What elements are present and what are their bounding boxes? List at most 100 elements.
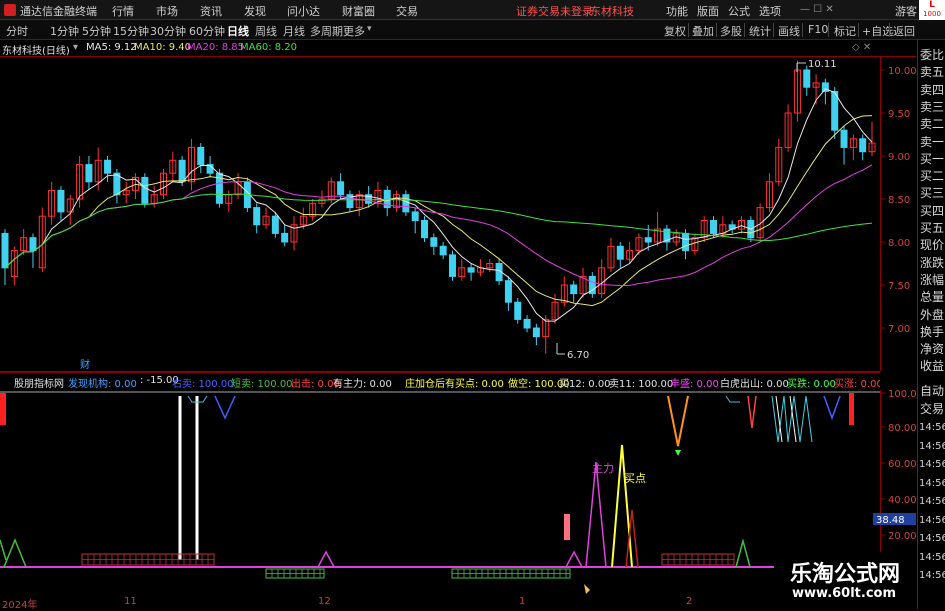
indicator-item: 买涨: 0.00	[834, 379, 880, 390]
login-notice[interactable]: 证券交易未登录	[516, 3, 593, 19]
pane-controls[interactable]: ◇ ✕	[852, 42, 871, 53]
candle-body	[430, 237, 438, 247]
candle	[663, 224, 671, 251]
menu-hangqing[interactable]: 行情	[112, 3, 134, 19]
period-60min[interactable]: 60分钟	[189, 23, 225, 39]
period-monthly[interactable]: 月线	[283, 23, 305, 39]
window-controls[interactable]: — ☐ ✕	[800, 4, 834, 15]
candle-body	[467, 267, 475, 273]
menu-zixun[interactable]: 资讯	[200, 3, 222, 19]
price-tick: 8.50	[888, 195, 910, 206]
quote-field: 委比	[920, 48, 945, 62]
candle	[411, 207, 419, 234]
period-more[interactable]: 更多	[343, 23, 365, 39]
indicator-tick: 100.0	[888, 390, 916, 400]
quote-field: 收益	[920, 359, 945, 374]
quote-field: 卖二	[920, 117, 945, 132]
btn-fanhui[interactable]: 返回	[893, 23, 915, 39]
candle	[616, 242, 624, 268]
guest-label[interactable]: 游客	[895, 3, 917, 19]
cursor-icon	[584, 584, 590, 594]
candle	[132, 173, 140, 199]
period-1min[interactable]: 1分钟	[50, 23, 79, 39]
candle	[281, 224, 289, 247]
btn-f10[interactable]: F10	[808, 23, 828, 36]
candle-body	[616, 245, 624, 260]
menu-gongshi[interactable]: 公式	[728, 3, 750, 19]
period-5min[interactable]: 5分钟	[82, 23, 111, 39]
candle	[159, 168, 167, 199]
candle-body	[532, 327, 540, 338]
btn-biaoji[interactable]: 标记	[834, 23, 856, 39]
ma-lines-group	[4, 88, 873, 322]
indicator-name[interactable]: 股朋指标网	[14, 375, 64, 390]
candle	[849, 134, 857, 161]
candle	[579, 267, 587, 298]
period-fenshi[interactable]: 分时	[6, 23, 28, 39]
btn-diejia[interactable]: 叠加	[692, 23, 714, 39]
candle	[448, 250, 456, 281]
low-label: 6.70	[567, 350, 589, 361]
menu-gongneng[interactable]: 功能	[666, 3, 688, 19]
menu-wenxiaoda[interactable]: 问小达	[287, 3, 320, 19]
candle-body	[337, 181, 345, 196]
price-tick: 7.00	[888, 324, 910, 335]
candle-body	[57, 189, 65, 213]
quote-field: 买三	[920, 186, 945, 201]
candle	[402, 190, 410, 217]
menu-faxian[interactable]: 发现	[244, 3, 266, 19]
trade-time: 14:56	[919, 514, 945, 526]
orange-v	[667, 395, 689, 447]
cyan-vs	[771, 395, 813, 443]
candle-body	[803, 69, 811, 88]
price-tick: 8.00	[888, 238, 910, 249]
chevron-down-icon[interactable]: ▾	[367, 24, 372, 34]
watermark-url: www.60lt.com	[792, 586, 897, 601]
time-label-1: 1	[519, 596, 526, 607]
cyan-shape	[725, 395, 740, 403]
legend-title[interactable]: 东材科技(日线)	[2, 42, 70, 57]
candle	[393, 190, 401, 212]
quote-field: 外盘	[920, 307, 945, 322]
high-label: 10.11	[808, 59, 837, 70]
period-30min[interactable]: 30分钟	[150, 23, 186, 39]
btn-huaxian[interactable]: 画线	[778, 23, 800, 39]
candle-body	[840, 129, 848, 148]
candle	[532, 323, 540, 346]
menu-caifuquan[interactable]: 财富圈	[342, 3, 375, 19]
menu-xuanxiang[interactable]: 选项	[759, 3, 781, 19]
menu-shichang[interactable]: 市场	[156, 3, 178, 19]
candle-body	[644, 237, 652, 243]
settings-icon[interactable]: ▾	[73, 42, 78, 53]
watermark: 乐淘公式网 www.60lt.com	[774, 552, 917, 608]
candle-body	[411, 211, 419, 221]
candle-body	[514, 301, 522, 320]
candle	[187, 138, 195, 191]
indicator-item: 买跌: 0.00	[787, 379, 836, 390]
quote-field: 换手	[920, 324, 945, 339]
period-15min[interactable]: 15分钟	[113, 23, 149, 39]
app-title: 通达信金融终端	[20, 5, 97, 18]
candle	[504, 276, 512, 311]
time-label-11: 11	[124, 596, 137, 607]
quote-field: 卖一	[920, 134, 945, 149]
candle-body	[197, 146, 205, 166]
period-multi[interactable]: 多周期	[310, 23, 343, 39]
quote-side-panel: 委比 卖五 卖四 卖三 卖二 卖一 买一 买二 买三 买四 买五 现价 涨跌 涨幅 总量 外盘 换手 净资 收益 自动…	[917, 40, 945, 609]
btn-tongji[interactable]: 统计	[749, 23, 771, 39]
btn-duogu[interactable]: 多股	[720, 23, 742, 39]
period-weekly[interactable]: 周线	[255, 23, 277, 39]
menu-banmian[interactable]: 版面	[697, 3, 719, 19]
menu-jiaoyi[interactable]: 交易	[396, 3, 418, 19]
btn-fuquan[interactable]: 复权	[664, 23, 686, 39]
candlestick-chart[interactable]: 10.00 9.50 9.00 8.50 8.00 7.50 7.00 10.11 6.70…	[0, 56, 916, 371]
legend-ma10: MA10: 9.40	[134, 42, 192, 53]
indicator-item: 白虎出山: 0.00	[720, 379, 789, 390]
candle	[598, 259, 606, 298]
period-daily[interactable]: 日线	[227, 23, 249, 39]
cai-marker[interactable]: 财	[80, 358, 90, 371]
down-arrow	[675, 450, 681, 456]
candle	[262, 207, 270, 230]
time-axis: 2024年 11 12 1 2	[0, 596, 880, 611]
candle	[346, 190, 354, 212]
